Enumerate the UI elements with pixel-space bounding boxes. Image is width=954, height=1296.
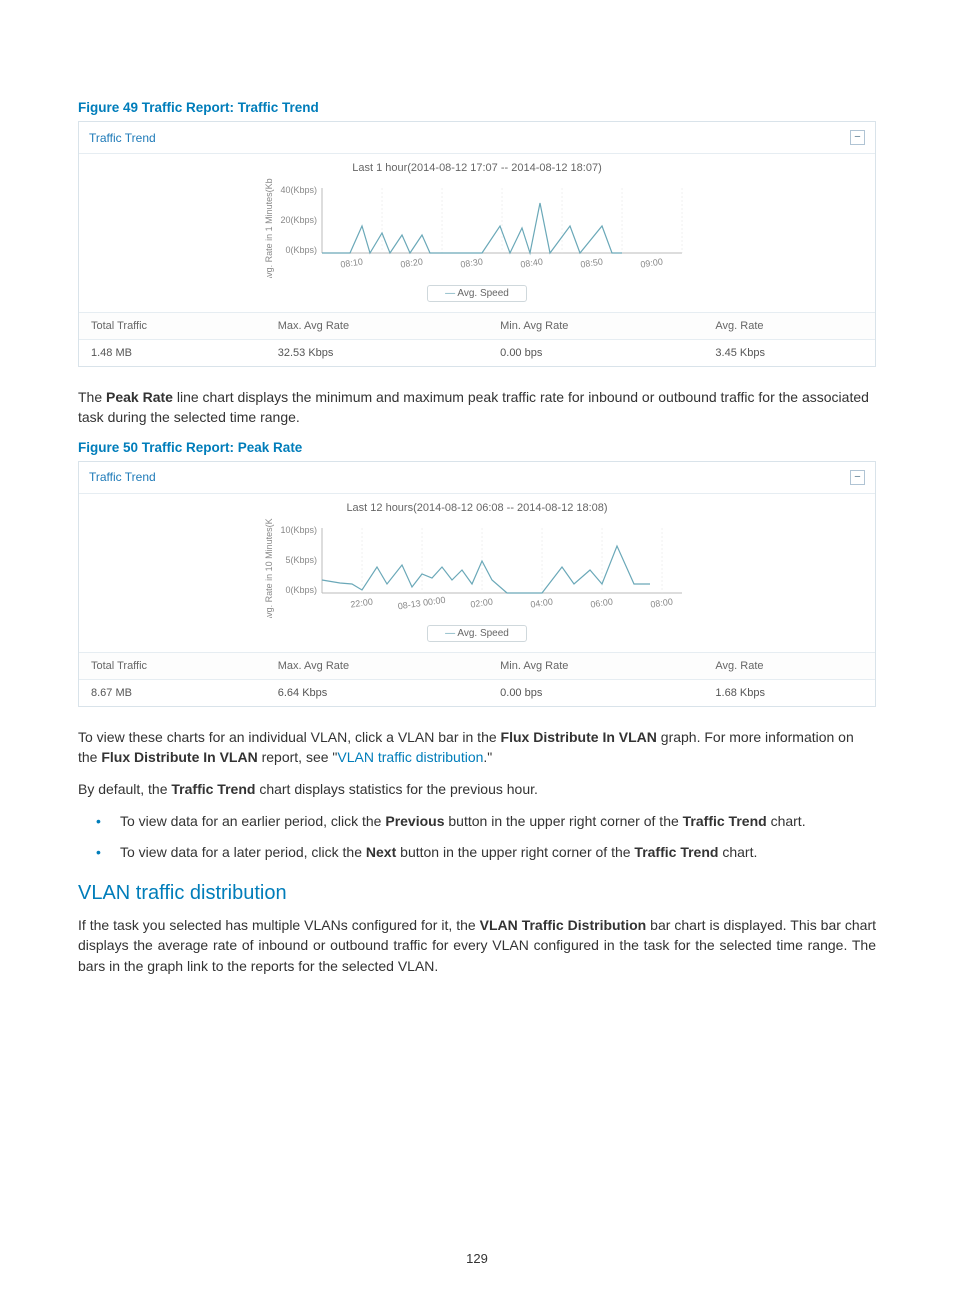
legend-50: — Avg. Speed: [427, 625, 527, 642]
stats-header: Avg. Rate: [703, 313, 875, 340]
svg-text:08:00: 08:00: [650, 596, 674, 609]
svg-text:40(Kbps): 40(Kbps): [280, 185, 317, 195]
stats-value: 1.48 MB: [79, 340, 266, 367]
paragraph-flux-distribute: To view these charts for an individual V…: [78, 727, 876, 768]
svg-text:5(Kbps): 5(Kbps): [285, 555, 317, 565]
legend-49: — Avg. Speed: [427, 285, 527, 302]
svg-text:Avg. Rate in 10 Minutes(Kb: Avg. Rate in 10 Minutes(Kb: [264, 518, 274, 618]
panel-title: Traffic Trend: [89, 470, 156, 484]
svg-text:08:40: 08:40: [520, 257, 544, 270]
stats-header: Total Traffic: [79, 313, 266, 340]
collapse-icon[interactable]: −: [850, 130, 865, 145]
svg-text:08:20: 08:20: [400, 257, 424, 270]
bullet-list: To view data for an earlier period, clic…: [78, 811, 876, 862]
stats-header: Avg. Rate: [703, 652, 875, 679]
figure-caption-49: Figure 49 Traffic Report: Traffic Trend: [78, 100, 876, 115]
stats-header: Min. Avg Rate: [488, 313, 703, 340]
traffic-trend-panel-50: Traffic Trend − Last 12 hours(2014-08-12…: [78, 461, 876, 707]
paragraph-vlan-distribution-desc: If the task you selected has multiple VL…: [78, 915, 876, 976]
collapse-icon[interactable]: −: [850, 470, 865, 485]
svg-text:0(Kbps): 0(Kbps): [285, 245, 317, 255]
svg-text:22:00: 22:00: [350, 596, 374, 609]
bullet-next: To view data for a later period, click t…: [78, 842, 876, 862]
stats-header: Max. Avg Rate: [266, 313, 488, 340]
stats-value: 0.00 bps: [488, 340, 703, 367]
svg-text:20(Kbps): 20(Kbps): [280, 215, 317, 225]
traffic-trend-chart-49: Avg. Rate in 1 Minutes(Kbp 40(Kbps) 20(K…: [262, 178, 692, 302]
svg-text:Avg. Rate in 1 Minutes(Kbp: Avg. Rate in 1 Minutes(Kbp: [264, 178, 274, 278]
heading-vlan-traffic-distribution: VLAN traffic distribution: [78, 882, 876, 905]
svg-text:08:10: 08:10: [340, 257, 364, 270]
svg-text:10(Kbps): 10(Kbps): [280, 525, 317, 535]
svg-text:08:30: 08:30: [460, 257, 484, 270]
chart-inner-title-49: Last 1 hour(2014-08-12 17:07 -- 2014-08-…: [89, 162, 865, 174]
svg-text:06:00: 06:00: [590, 596, 614, 609]
traffic-trend-chart-50: Avg. Rate in 10 Minutes(Kb 10(Kbps) 5(Kb…: [262, 518, 692, 642]
stats-header: Min. Avg Rate: [488, 652, 703, 679]
stats-header: Total Traffic: [79, 652, 266, 679]
stats-value: 8.67 MB: [79, 679, 266, 706]
stats-value: 1.68 Kbps: [703, 679, 875, 706]
svg-text:08-13 00:00: 08-13 00:00: [397, 594, 446, 611]
svg-text:04:00: 04:00: [530, 596, 554, 609]
stats-value: 32.53 Kbps: [266, 340, 488, 367]
svg-text:08:50: 08:50: [580, 257, 604, 270]
panel-header-49: Traffic Trend −: [79, 122, 875, 154]
figure-caption-50: Figure 50 Traffic Report: Peak Rate: [78, 440, 876, 455]
panel-header-50: Traffic Trend −: [79, 462, 875, 494]
stats-value: 6.64 Kbps: [266, 679, 488, 706]
page-number: 129: [0, 1251, 954, 1266]
svg-text:02:00: 02:00: [470, 596, 494, 609]
traffic-trend-panel-49: Traffic Trend − Last 1 hour(2014-08-12 1…: [78, 121, 876, 367]
paragraph-default-hour: By default, the Traffic Trend chart disp…: [78, 779, 876, 799]
chart-inner-title-50: Last 12 hours(2014-08-12 06:08 -- 2014-0…: [89, 502, 865, 514]
stats-value: 0.00 bps: [488, 679, 703, 706]
svg-text:0(Kbps): 0(Kbps): [285, 585, 317, 595]
paragraph-peak-rate-desc: The Peak Rate line chart displays the mi…: [78, 387, 876, 428]
bullet-previous: To view data for an earlier period, clic…: [78, 811, 876, 831]
stats-header: Max. Avg Rate: [266, 652, 488, 679]
stats-table-49: Total Traffic Max. Avg Rate Min. Avg Rat…: [79, 312, 875, 366]
stats-table-50: Total Traffic Max. Avg Rate Min. Avg Rat…: [79, 652, 875, 706]
stats-value: 3.45 Kbps: [703, 340, 875, 367]
panel-title: Traffic Trend: [89, 131, 156, 145]
svg-text:09:00: 09:00: [640, 257, 664, 270]
link-vlan-traffic-distribution[interactable]: VLAN traffic distribution: [337, 749, 483, 765]
